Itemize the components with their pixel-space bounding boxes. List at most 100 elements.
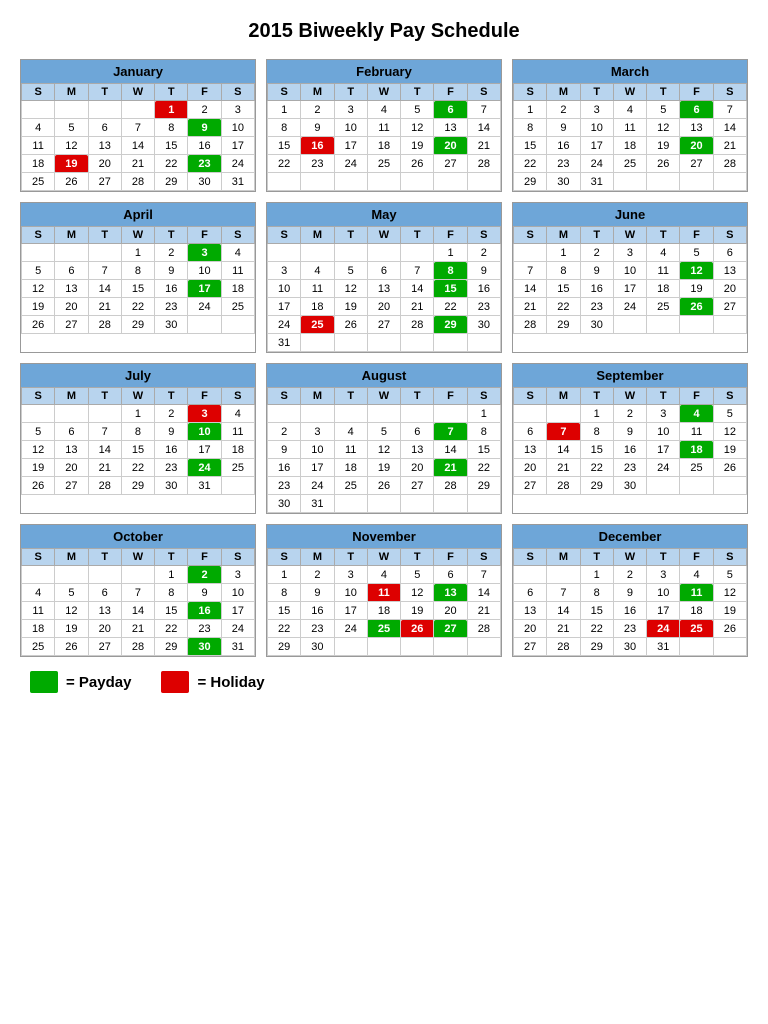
calendar-day: 1 bbox=[547, 244, 580, 262]
calendar-day: 12 bbox=[647, 119, 680, 137]
day-header: T bbox=[88, 388, 121, 405]
calendar-day: 13 bbox=[514, 441, 547, 459]
payday-label: = Payday bbox=[66, 674, 131, 691]
calendar-table-november: SMTWTFS123456789101112131415161718192021… bbox=[267, 548, 501, 656]
calendar-day bbox=[301, 244, 334, 262]
calendar-day: 19 bbox=[713, 441, 746, 459]
calendar-day: 26 bbox=[713, 620, 746, 638]
calendar-day: 18 bbox=[680, 602, 713, 620]
day-header: T bbox=[155, 84, 188, 101]
day-header: M bbox=[301, 388, 334, 405]
day-header: T bbox=[401, 549, 434, 566]
calendar-day: 12 bbox=[713, 584, 746, 602]
day-header: W bbox=[367, 549, 400, 566]
calendar-day: 22 bbox=[155, 620, 188, 638]
calendar-day bbox=[647, 173, 680, 191]
calendar-header-june: June bbox=[513, 203, 747, 226]
legend: = Payday = Holiday bbox=[20, 671, 748, 693]
calendar-day: 11 bbox=[647, 262, 680, 280]
calendar-day: 10 bbox=[580, 119, 613, 137]
calendar-table-january: SMTWTFS123456789101112131415161718192021… bbox=[21, 83, 255, 191]
calendar-day: 16 bbox=[155, 280, 188, 298]
day-header: F bbox=[434, 388, 467, 405]
calendar-day: 16 bbox=[268, 459, 301, 477]
calendar-day: 6 bbox=[434, 566, 467, 584]
day-header: T bbox=[88, 84, 121, 101]
calendar-day: 5 bbox=[22, 423, 55, 441]
calendar-day: 12 bbox=[680, 262, 713, 280]
day-header: F bbox=[434, 227, 467, 244]
calendar-day: 1 bbox=[155, 566, 188, 584]
calendar-day bbox=[401, 638, 434, 656]
calendar-day: 2 bbox=[580, 244, 613, 262]
calendar-day: 14 bbox=[514, 280, 547, 298]
calendar-day: 11 bbox=[367, 119, 400, 137]
calendar-day: 6 bbox=[434, 101, 467, 119]
day-header: W bbox=[121, 549, 154, 566]
calendar-day: 11 bbox=[613, 119, 646, 137]
calendar-day: 30 bbox=[155, 477, 188, 495]
calendar-day bbox=[514, 566, 547, 584]
calendar-november: NovemberSMTWTFS1234567891011121314151617… bbox=[266, 524, 502, 657]
calendar-day: 30 bbox=[268, 495, 301, 513]
calendar-day: 16 bbox=[155, 441, 188, 459]
calendar-day: 6 bbox=[514, 584, 547, 602]
day-header: M bbox=[301, 84, 334, 101]
calendar-day: 13 bbox=[680, 119, 713, 137]
calendar-day: 18 bbox=[680, 441, 713, 459]
calendar-day: 18 bbox=[334, 459, 367, 477]
calendar-day: 30 bbox=[188, 173, 221, 191]
calendar-day: 16 bbox=[613, 602, 646, 620]
calendar-table-december: SMTWTFS123456789101112131415161718192021… bbox=[513, 548, 747, 656]
day-header: F bbox=[680, 84, 713, 101]
calendar-table-may: SMTWTFS123456789101112131415161718192021… bbox=[267, 226, 501, 352]
day-header: M bbox=[55, 549, 88, 566]
calendar-day: 2 bbox=[613, 566, 646, 584]
calendar-day: 5 bbox=[680, 244, 713, 262]
calendar-day: 14 bbox=[88, 441, 121, 459]
calendar-day bbox=[547, 405, 580, 423]
calendar-day: 2 bbox=[613, 405, 646, 423]
calendar-day: 22 bbox=[467, 459, 500, 477]
calendar-day: 29 bbox=[434, 316, 467, 334]
calendar-day: 2 bbox=[547, 101, 580, 119]
day-header: M bbox=[55, 227, 88, 244]
calendar-day: 17 bbox=[334, 602, 367, 620]
calendar-day: 21 bbox=[514, 298, 547, 316]
calendar-day bbox=[401, 495, 434, 513]
calendar-day bbox=[467, 173, 500, 191]
calendar-day: 5 bbox=[367, 423, 400, 441]
calendar-day: 22 bbox=[121, 459, 154, 477]
calendar-day bbox=[467, 495, 500, 513]
calendar-day: 30 bbox=[580, 316, 613, 334]
calendar-day: 14 bbox=[121, 602, 154, 620]
calendar-day: 23 bbox=[547, 155, 580, 173]
calendar-day: 21 bbox=[88, 459, 121, 477]
calendar-day: 29 bbox=[580, 477, 613, 495]
calendar-table-february: SMTWTFS123456789101112131415161718192021… bbox=[267, 83, 501, 191]
payday-color-box bbox=[30, 671, 58, 693]
calendar-day: 17 bbox=[188, 280, 221, 298]
calendar-header-february: February bbox=[267, 60, 501, 83]
calendar-header-august: August bbox=[267, 364, 501, 387]
calendar-day: 7 bbox=[88, 262, 121, 280]
calendar-day bbox=[334, 405, 367, 423]
calendar-june: JuneSMTWTFS12345678910111213141516171819… bbox=[512, 202, 748, 353]
calendar-day bbox=[22, 101, 55, 119]
calendar-day: 27 bbox=[55, 477, 88, 495]
calendar-day: 3 bbox=[613, 244, 646, 262]
day-header: S bbox=[22, 84, 55, 101]
calendar-day: 28 bbox=[713, 155, 746, 173]
calendar-day bbox=[680, 316, 713, 334]
calendar-day: 29 bbox=[121, 316, 154, 334]
calendar-day: 8 bbox=[434, 262, 467, 280]
calendar-day: 18 bbox=[221, 441, 254, 459]
calendar-day: 10 bbox=[221, 119, 254, 137]
calendar-day: 15 bbox=[467, 441, 500, 459]
calendar-day: 26 bbox=[22, 477, 55, 495]
calendar-day bbox=[367, 334, 400, 352]
calendar-day: 16 bbox=[467, 280, 500, 298]
calendar-day: 9 bbox=[613, 423, 646, 441]
calendar-day: 10 bbox=[647, 584, 680, 602]
day-header: S bbox=[713, 388, 746, 405]
